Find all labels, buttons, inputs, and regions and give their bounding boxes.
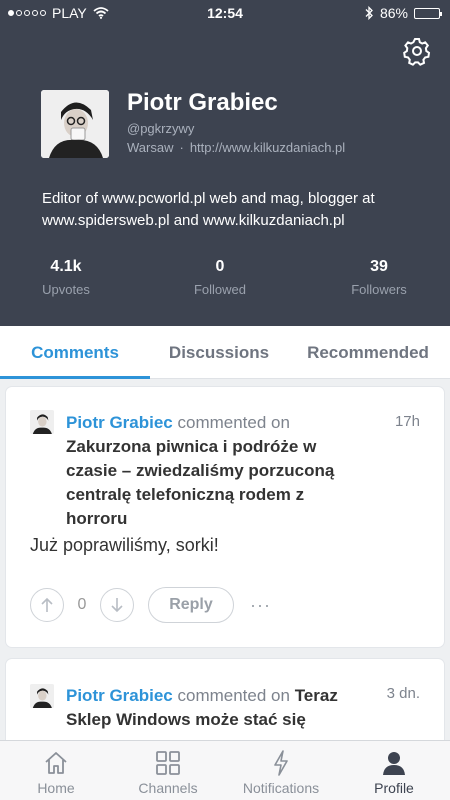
nav-label: Profile	[374, 780, 414, 796]
grid-icon	[156, 751, 180, 775]
battery-icon	[414, 7, 442, 19]
comment-author-link[interactable]: Piotr Grabiec	[66, 686, 173, 705]
tab-recommended[interactable]: Recommended	[292, 326, 444, 379]
bolt-icon	[274, 750, 288, 776]
home-icon	[45, 752, 67, 774]
profile-stats: 4.1k Upvotes 0 Followed 39 Followers	[0, 258, 450, 298]
profile-meta: Warsaw · http://www.kilkuzdaniach.pl	[127, 140, 345, 155]
more-options-button[interactable]: ···	[250, 595, 271, 616]
post-title-link[interactable]: Zakurzona piwnica i podróże w czasie – z…	[66, 437, 334, 528]
bottom-nav: Home Channels Notifications Profile	[0, 740, 450, 800]
tab-comments[interactable]: Comments	[0, 326, 150, 379]
comment-time: 3 dn.	[386, 685, 420, 702]
profile-location: Warsaw	[127, 140, 174, 155]
comment-verb: commented on	[177, 686, 290, 705]
person-icon	[383, 752, 405, 775]
comment-author-link[interactable]: Piotr Grabiec	[66, 413, 173, 432]
vote-count: 0	[77, 596, 87, 613]
reply-button[interactable]: Reply	[148, 587, 234, 623]
nav-label: Home	[37, 780, 75, 796]
active-tab-indicator	[0, 376, 150, 379]
downvote-button[interactable]	[100, 588, 134, 622]
stat-value: 4.1k	[50, 258, 82, 275]
arrow-up-icon	[41, 597, 53, 612]
comment-verb: commented on	[177, 413, 290, 432]
comment-actions: 0 Reply ···	[30, 587, 271, 623]
stat-label: Followers	[351, 282, 407, 297]
stat-followed[interactable]: 0 Followed	[176, 258, 264, 297]
avatar-photo	[30, 410, 54, 434]
nav-channels[interactable]: Channels	[112, 741, 224, 800]
upvote-button[interactable]	[30, 588, 64, 622]
profile-website-link[interactable]: http://www.kilkuzdaniach.pl	[190, 140, 345, 155]
avatar	[41, 90, 109, 158]
stat-value: 0	[215, 258, 225, 275]
profile-bio: Editor of www.pcworld.pl web and mag, bl…	[42, 190, 375, 229]
status-bar: PLAY 12:54 86%	[0, 0, 450, 26]
profile-header: PLAY 12:54 86% Piotr Grabiec @pgkrzywy W…	[0, 0, 450, 326]
profile-handle: @pgkrzywy	[127, 121, 195, 136]
profile-name: Piotr Grabiec	[127, 89, 278, 116]
battery-percent: 86%	[379, 5, 408, 21]
stat-upvotes: 4.1k Upvotes	[23, 258, 109, 297]
tab-discussions[interactable]: Discussions	[150, 326, 288, 379]
comment-card: Piotr Grabiec commented on Zakurzona piw…	[6, 387, 444, 647]
stat-label: Followed	[193, 282, 247, 297]
arrow-down-icon	[111, 598, 123, 613]
nav-label: Notifications	[242, 780, 320, 796]
stat-label: Upvotes	[42, 282, 90, 297]
comment-body: Już poprawiliśmy, sorki!	[30, 535, 219, 555]
nav-profile[interactable]: Profile	[338, 741, 450, 800]
comment-header: Piotr Grabiec commented on Teraz Sklep W…	[66, 684, 366, 732]
meta-separator: ·	[179, 140, 184, 155]
avatar-photo	[41, 90, 109, 158]
comment-header: Piotr Grabiec commented on Zakurzona piw…	[66, 411, 366, 531]
comment-avatar	[30, 410, 54, 434]
avatar-photo	[30, 684, 54, 708]
comment-time: 17h	[394, 413, 420, 430]
profile-tabs: Comments Discussions Recommended	[0, 326, 450, 379]
nav-label: Channels	[138, 780, 198, 796]
comment-avatar	[30, 684, 54, 708]
bluetooth-icon	[365, 6, 373, 20]
status-right: 86%	[364, 5, 442, 21]
nav-home[interactable]: Home	[0, 741, 112, 800]
stat-value: 39	[370, 258, 388, 275]
stat-followers[interactable]: 39 Followers	[335, 258, 423, 297]
nav-notifications[interactable]: Notifications	[225, 741, 337, 800]
gear-icon[interactable]	[402, 36, 432, 66]
